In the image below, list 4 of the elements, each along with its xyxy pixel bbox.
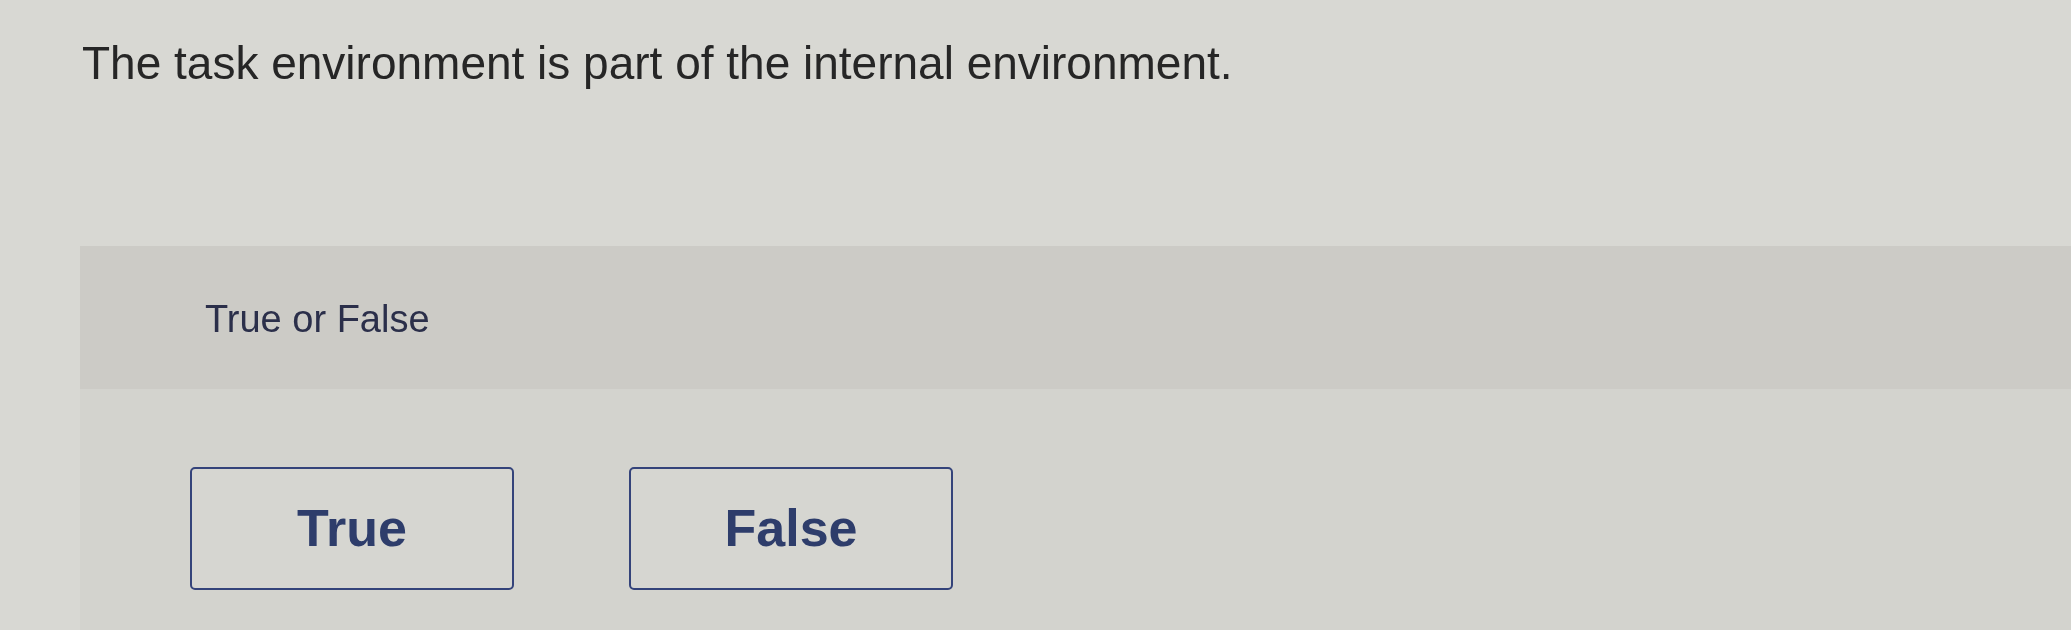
- answer-button[interactable]: True: [190, 466, 514, 590]
- question-text: The task environment is part of the internal environment.: [82, 37, 1233, 90]
- prompt-text: True or False: [205, 297, 430, 342]
- answer-button[interactable]: False: [629, 466, 953, 590]
